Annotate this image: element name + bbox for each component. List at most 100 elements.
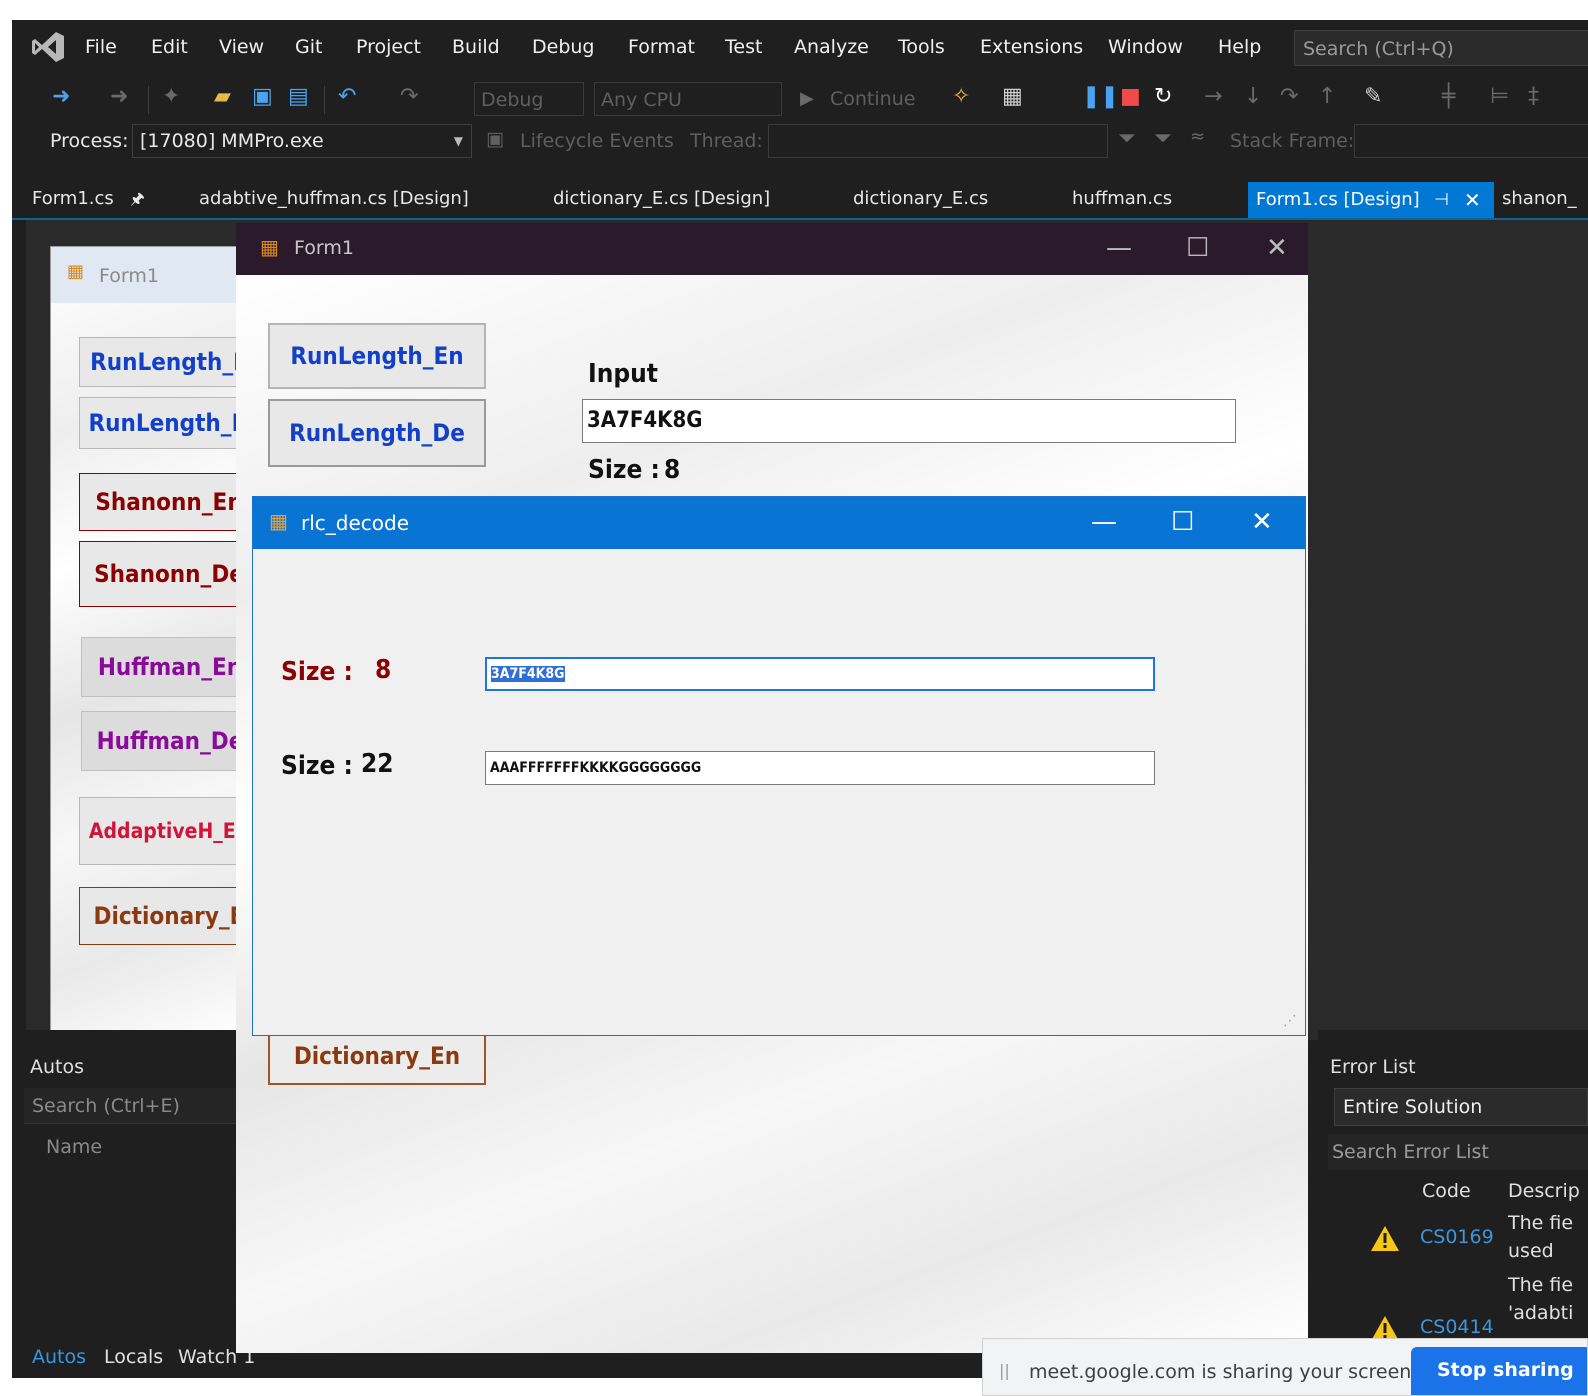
form1-titlebar: ▦ Form1 — ☐ ✕ xyxy=(236,223,1308,275)
runlength-d-button[interactable]: RunLength_D xyxy=(79,397,251,449)
back-icon[interactable]: ➜ xyxy=(52,84,70,109)
maximize-icon[interactable]: ☐ xyxy=(1171,507,1194,537)
align-icon[interactable]: ╪ xyxy=(1442,84,1455,109)
minimize-icon[interactable]: — xyxy=(1091,507,1117,537)
designer-form-title: Form1 xyxy=(99,265,159,287)
forward-icon[interactable]: ➜ xyxy=(110,84,128,109)
menu-git[interactable]: Git xyxy=(295,36,322,58)
error-search-input[interactable]: Search Error List xyxy=(1328,1134,1588,1170)
input-size-value: 8 xyxy=(664,455,681,485)
error-col-description[interactable]: Descrip xyxy=(1508,1180,1580,1202)
open-folder-icon[interactable]: ▰ xyxy=(214,84,231,109)
tab-autos[interactable]: Autos xyxy=(32,1346,86,1368)
stop-sharing-button[interactable]: Stop sharing xyxy=(1411,1347,1587,1395)
tab-huffman-cs[interactable]: huffman.cs xyxy=(1072,188,1172,209)
undo-icon[interactable]: ↶ xyxy=(338,84,356,109)
stop-icon[interactable]: ■ xyxy=(1120,84,1141,109)
menu-analyze[interactable]: Analyze xyxy=(794,36,869,58)
addaptiveh-en-button[interactable]: AddaptiveH_En xyxy=(79,797,251,865)
pin-icon[interactable]: 🖈 xyxy=(130,188,145,215)
runlength-de-button[interactable]: RunLength_De xyxy=(268,399,486,467)
filter-icon[interactable]: ⏷ xyxy=(1118,126,1136,151)
show-next-statement-icon[interactable]: → xyxy=(1204,84,1222,109)
save-icon[interactable]: ▣ xyxy=(252,84,273,109)
tab-shanon[interactable]: shanon_ xyxy=(1502,188,1577,209)
stack-frame-dropdown[interactable] xyxy=(1354,124,1588,158)
flag-threads-icon[interactable]: ≈ xyxy=(1190,126,1205,147)
close-icon[interactable]: ✕ xyxy=(1266,233,1288,263)
pause-icon[interactable]: ❚❚ xyxy=(1082,84,1119,109)
document-tab-strip: Form1.cs 🖈 adabtive_huffman.cs [Design] … xyxy=(12,182,1588,220)
align-left-icon[interactable]: ⊨ xyxy=(1490,84,1509,109)
encoded-size-label: Size : xyxy=(281,657,353,687)
autos-search-input[interactable]: Search (Ctrl+E) xyxy=(24,1088,248,1124)
global-search-input[interactable]: Search (Ctrl+Q) xyxy=(1294,30,1588,66)
lifecycle-events-button[interactable]: Lifecycle Events xyxy=(520,130,674,152)
runlength-e-button[interactable]: RunLength_E xyxy=(79,337,251,387)
error-code[interactable]: CS0169 xyxy=(1420,1226,1494,1248)
warning-icon xyxy=(1371,1226,1399,1251)
menu-debug[interactable]: Debug xyxy=(532,36,594,58)
resize-grip-icon[interactable]: ⋰ xyxy=(1283,1013,1297,1029)
breakpoints-icon[interactable]: ✎ xyxy=(1364,84,1382,109)
menu-edit[interactable]: Edit xyxy=(151,36,188,58)
continue-button[interactable]: Continue xyxy=(830,88,915,110)
error-scope-dropdown[interactable]: Entire Solution xyxy=(1334,1088,1588,1126)
decoded-output-field[interactable]: AAAFFFFFFFKKKKGGGGGGGG xyxy=(485,751,1155,785)
shanonn-de-button[interactable]: Shanonn_De xyxy=(79,541,251,607)
menu-tools[interactable]: Tools xyxy=(898,36,945,58)
tab-form1-cs[interactable]: Form1.cs xyxy=(32,188,114,209)
drag-handle-icon[interactable]: || xyxy=(999,1361,1010,1380)
tab-form1-design[interactable]: Form1.cs [Design] ⊣ ✕ xyxy=(1248,182,1494,218)
minimize-icon[interactable]: — xyxy=(1106,233,1132,263)
tab-dictionary-e-cs[interactable]: dictionary_E.cs xyxy=(853,188,988,209)
error-col-code[interactable]: Code xyxy=(1422,1180,1471,1202)
dictionary-e-button[interactable]: Dictionary_E xyxy=(79,887,251,945)
huffman-de-button[interactable]: Huffman_De xyxy=(81,711,251,771)
form-icon: ▦ xyxy=(269,509,288,533)
tab-dictionary-e-design[interactable]: dictionary_E.cs [Design] xyxy=(553,188,770,209)
restart-icon[interactable]: ↻ xyxy=(1154,84,1172,109)
step-over-icon[interactable]: ↷ xyxy=(1280,84,1298,109)
form-icon: ▦ xyxy=(67,261,85,282)
shanonn-en-button[interactable]: Shanonn_En xyxy=(79,473,251,531)
menu-view[interactable]: View xyxy=(219,36,264,58)
menu-extensions[interactable]: Extensions xyxy=(980,36,1083,58)
solution-platform-dropdown[interactable]: Any CPU xyxy=(594,82,782,116)
process-dropdown[interactable]: [17080] MMPro.exe ▼ xyxy=(132,124,472,158)
menu-test[interactable]: Test xyxy=(725,36,762,58)
error-row[interactable]: CS0169 The fie used xyxy=(1318,1208,1588,1270)
filter-clear-icon[interactable]: ⏷ xyxy=(1154,126,1172,151)
close-icon[interactable]: ✕ xyxy=(1251,507,1273,537)
menu-project[interactable]: Project xyxy=(356,36,421,58)
save-all-icon[interactable]: ▤ xyxy=(288,84,309,109)
close-icon[interactable]: ✕ xyxy=(1464,182,1481,218)
solution-config-dropdown[interactable]: Debug xyxy=(474,82,584,116)
thread-dropdown[interactable] xyxy=(768,124,1108,158)
new-project-icon[interactable]: ✦ xyxy=(162,84,180,109)
align-center-icon[interactable]: ‡ xyxy=(1528,84,1539,109)
encoded-input-field[interactable]: 3A7F4K8G xyxy=(485,657,1155,691)
play-icon[interactable]: ▶ xyxy=(800,88,814,109)
maximize-icon[interactable]: ☐ xyxy=(1186,233,1209,263)
step-into-icon[interactable]: ↓ xyxy=(1244,84,1262,109)
menu-file[interactable]: File xyxy=(85,36,117,58)
hot-reload-icon[interactable]: ▦ xyxy=(1002,84,1023,109)
attach-icon[interactable]: ✧ xyxy=(952,84,970,109)
menu-help[interactable]: Help xyxy=(1218,36,1261,58)
selected-text: 3A7F4K8G xyxy=(491,666,565,682)
menu-window[interactable]: Window xyxy=(1108,36,1183,58)
tab-adabtive-huffman-design[interactable]: adabtive_huffman.cs [Design] xyxy=(199,188,469,209)
input-field[interactable]: 3A7F4K8G xyxy=(582,399,1236,443)
runlength-en-button[interactable]: RunLength_En xyxy=(268,323,486,389)
huffman-en-button[interactable]: Huffman_En xyxy=(81,637,251,697)
redo-icon[interactable]: ↷ xyxy=(400,84,418,109)
step-out-icon[interactable]: ↑ xyxy=(1318,84,1336,109)
menu-format[interactable]: Format xyxy=(628,36,695,58)
menu-build[interactable]: Build xyxy=(452,36,500,58)
error-code[interactable]: CS0414 xyxy=(1420,1316,1494,1338)
tab-locals[interactable]: Locals xyxy=(104,1346,163,1368)
pin-icon[interactable]: ⊣ xyxy=(1434,182,1449,218)
autos-col-name: Name xyxy=(46,1136,103,1158)
error-description: used xyxy=(1508,1240,1554,1262)
